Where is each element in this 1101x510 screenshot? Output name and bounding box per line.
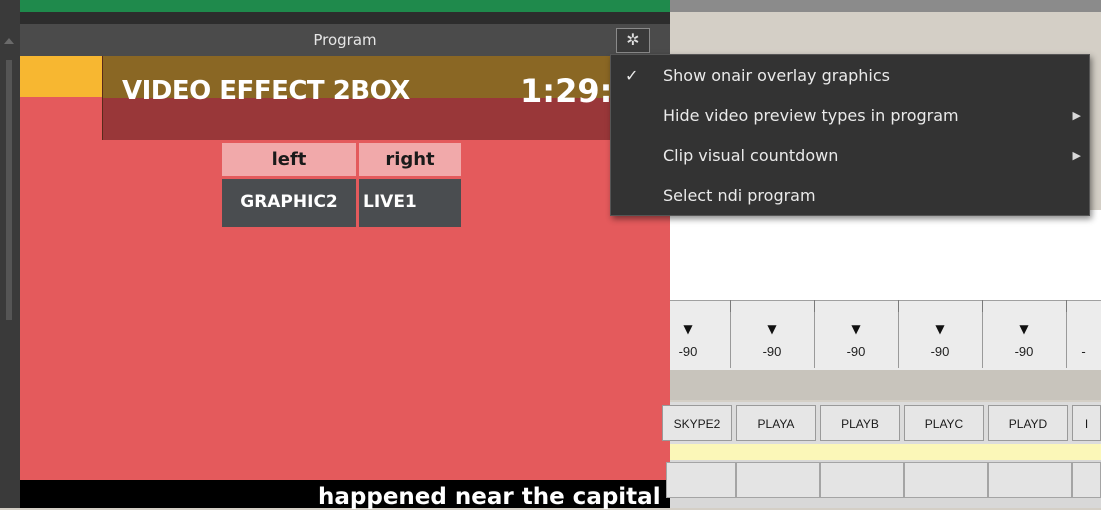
box-label-right: right: [359, 143, 461, 176]
submenu-arrow-icon: ▶: [1072, 109, 1081, 122]
menu-item-show-onair-overlay[interactable]: ✓ Show onair overlay graphics: [611, 59, 1089, 93]
level-readout: -90: [678, 344, 698, 359]
chevron-down-icon[interactable]: ▼: [930, 322, 950, 336]
menu-item-clip-countdown[interactable]: Clip visual countdown ▶: [611, 139, 1089, 173]
gear-icon[interactable]: ✲: [616, 28, 650, 53]
level-readout: -90: [1014, 344, 1034, 359]
audio-mixer-strip: [670, 300, 1101, 370]
mixer-divider: [1066, 312, 1067, 368]
left-scroll-strip: [0, 0, 20, 508]
menu-item-hide-preview-types[interactable]: Hide video preview types in program ▶: [611, 99, 1089, 133]
chevron-down-icon[interactable]: ▼: [846, 322, 866, 336]
menu-item-label: Hide video preview types in program: [663, 106, 959, 125]
mixer-divider: [982, 312, 983, 368]
channel-button-playc[interactable]: PLAYC: [904, 405, 984, 441]
ticker-text: happened near the capital: [318, 484, 661, 510]
program-context-menu: ✓ Show onair overlay graphics Hide video…: [610, 54, 1090, 216]
bottom-slot[interactable]: [820, 462, 904, 498]
right-panel-top: [670, 0, 1101, 12]
bottom-slot[interactable]: [1072, 462, 1101, 498]
bottom-slot[interactable]: [988, 462, 1072, 498]
level-readout: -90: [762, 344, 782, 359]
bottom-slot[interactable]: [736, 462, 820, 498]
submenu-arrow-icon: ▶: [1072, 149, 1081, 162]
bottom-slot[interactable]: [904, 462, 988, 498]
channel-button-next[interactable]: I: [1072, 405, 1101, 441]
check-icon: ✓: [625, 66, 639, 85]
mixer-tick: [982, 300, 983, 312]
chevron-down-icon[interactable]: ▼: [678, 322, 698, 336]
mixer-tick: [1066, 300, 1067, 312]
countdown-time: 1:29:: [520, 72, 613, 110]
mixer-tick: [898, 300, 899, 312]
channel-button-playb[interactable]: PLAYB: [820, 405, 900, 441]
channel-button-playd[interactable]: PLAYD: [988, 405, 1068, 441]
level-readout: -90: [930, 344, 950, 359]
mixer-divider: [730, 312, 731, 368]
panel-top-accent: [20, 0, 670, 12]
chevron-down-icon[interactable]: ▼: [762, 322, 782, 336]
channel-button-playa[interactable]: PLAYA: [736, 405, 816, 441]
mixer-divider: [814, 312, 815, 368]
highlight-strip: [670, 444, 1101, 460]
box-source-left: GRAPHIC2: [222, 179, 356, 227]
status-indicator: [20, 56, 102, 97]
program-title: Program: [313, 31, 377, 49]
box-label-left: left: [222, 143, 356, 176]
level-readout: -90: [846, 344, 866, 359]
chevron-down-icon[interactable]: ▼: [1014, 322, 1034, 336]
level-readout: -: [1081, 344, 1086, 359]
menu-item-label: Show onair overlay graphics: [663, 66, 890, 85]
mixer-divider: [898, 312, 899, 368]
mixer-separator: [670, 370, 1101, 400]
scrollbar-thumb[interactable]: [6, 60, 12, 320]
menu-item-label: Clip visual countdown: [663, 146, 839, 165]
scroll-up-icon[interactable]: [4, 38, 14, 44]
box-source-right: LIVE1: [359, 179, 461, 227]
bottom-slot[interactable]: [666, 462, 736, 498]
menu-item-label: Select ndi program: [663, 186, 816, 205]
mixer-tick: [730, 300, 731, 312]
right-panel-content: [670, 210, 1101, 302]
menu-item-select-ndi[interactable]: Select ndi program: [611, 179, 1089, 213]
mixer-tick: [814, 300, 815, 312]
effect-title: VIDEO EFFECT 2BOX: [122, 76, 410, 106]
channel-button-skype2[interactable]: SKYPE2: [662, 405, 732, 441]
